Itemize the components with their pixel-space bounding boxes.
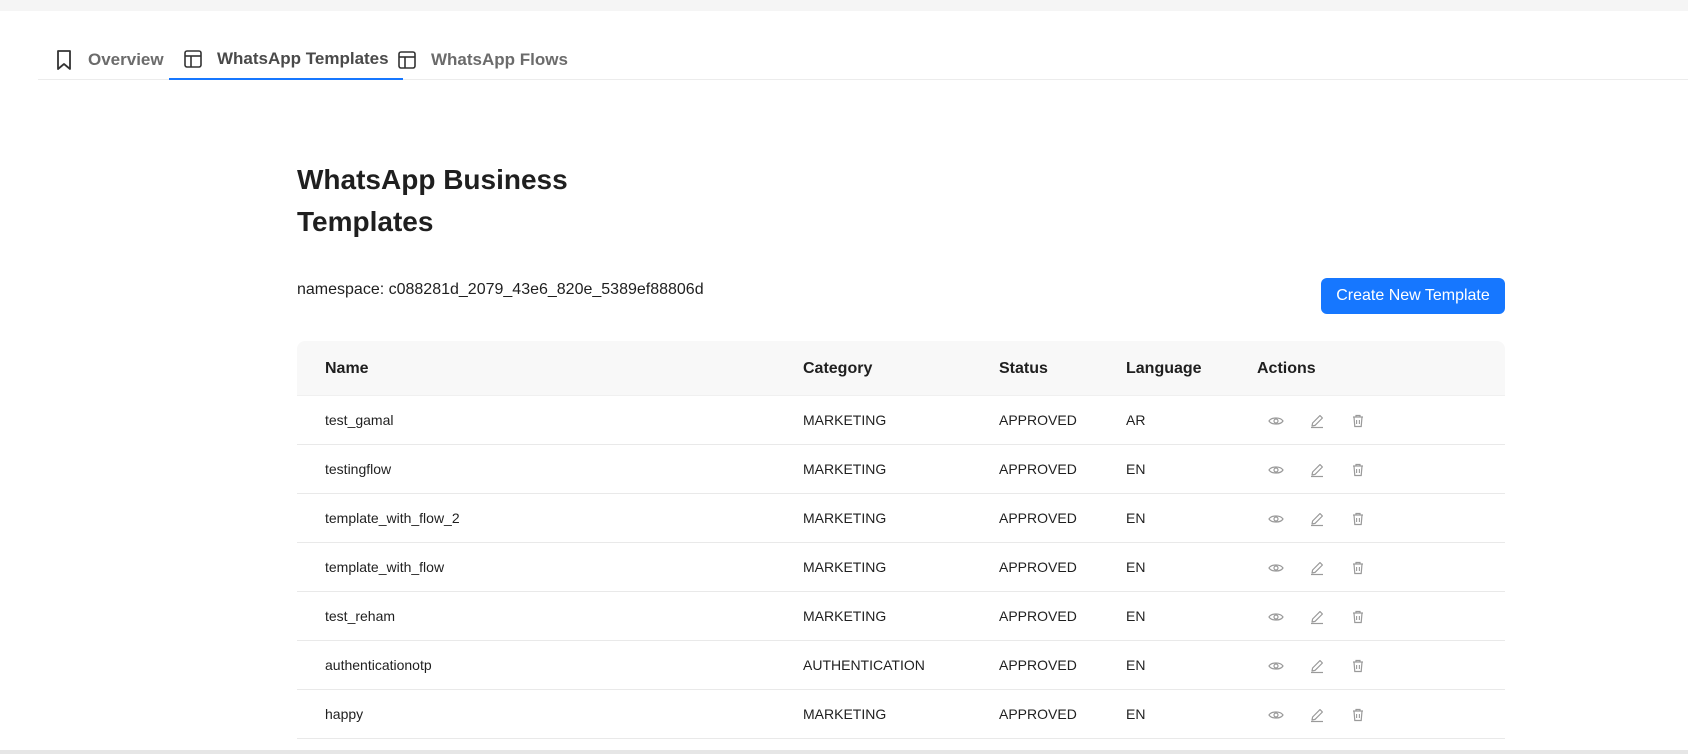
tab-overview-label: Overview — [88, 50, 164, 69]
row-actions — [1267, 543, 1367, 592]
cell-status: APPROVED — [999, 412, 1077, 428]
layout-icon — [398, 51, 416, 69]
cell-status: APPROVED — [999, 461, 1077, 477]
cell-status: APPROVED — [999, 706, 1077, 722]
edit-icon[interactable] — [1308, 412, 1326, 430]
row-actions — [1267, 641, 1367, 690]
cell-category: MARKETING — [803, 608, 887, 624]
view-icon[interactable] — [1267, 657, 1285, 675]
row-actions — [1267, 592, 1367, 641]
table-row: test_gamal MARKETING APPROVED AR — [297, 396, 1505, 445]
cell-name: template_with_flow_2 — [325, 510, 460, 526]
edit-icon[interactable] — [1308, 559, 1326, 577]
namespace-text: namespace: c088281d_2079_43e6_820e_5389e… — [297, 281, 704, 298]
delete-icon[interactable] — [1349, 657, 1367, 675]
delete-icon[interactable] — [1349, 510, 1367, 528]
view-icon[interactable] — [1267, 461, 1285, 479]
view-icon[interactable] — [1267, 608, 1285, 626]
cell-category: AUTHENTICATION — [803, 657, 925, 673]
edit-icon[interactable] — [1308, 657, 1326, 675]
cell-status: APPROVED — [999, 559, 1077, 575]
cell-name: testingflow — [325, 461, 392, 477]
delete-icon[interactable] — [1349, 706, 1367, 724]
bookmark-icon — [57, 50, 71, 70]
view-icon[interactable] — [1267, 510, 1285, 528]
cell-name: test_gamal — [325, 412, 394, 428]
cell-language: EN — [1126, 608, 1146, 624]
row-actions — [1267, 445, 1367, 494]
cell-language: EN — [1126, 657, 1146, 673]
cell-name: authenticationotp — [325, 657, 432, 673]
cell-name: template_with_flow — [325, 559, 445, 575]
view-icon[interactable] — [1267, 706, 1285, 724]
row-actions — [1267, 396, 1367, 445]
tab-whatsapp-flows[interactable]: WhatsApp Flows — [397, 40, 568, 80]
page-title-line-2: Templates — [297, 206, 434, 237]
cell-language: EN — [1126, 461, 1146, 477]
delete-icon[interactable] — [1349, 559, 1367, 577]
row-actions — [1267, 690, 1367, 739]
tab-bar: Overview WhatsApp Templates WhatsApp Flo… — [38, 40, 1688, 80]
layout-icon — [184, 50, 202, 68]
cell-language: EN — [1126, 510, 1146, 526]
cell-category: MARKETING — [803, 412, 887, 428]
cell-status: APPROVED — [999, 657, 1077, 673]
tab-whatsapp-flows-label: WhatsApp Flows — [431, 50, 568, 69]
tab-whatsapp-templates-label: WhatsApp Templates — [217, 49, 389, 68]
header-category: Category — [803, 360, 873, 377]
row-actions — [1267, 494, 1367, 543]
page-title: WhatsApp Business Templates — [297, 159, 568, 243]
header-actions: Actions — [1257, 360, 1316, 377]
table-row: authenticationotp AUTHENTICATION APPROVE… — [297, 641, 1505, 690]
delete-icon[interactable] — [1349, 461, 1367, 479]
cell-category: MARKETING — [803, 510, 887, 526]
templates-table: Name Category Status Language Actions te… — [297, 341, 1505, 739]
cell-category: MARKETING — [803, 706, 887, 722]
header-status: Status — [999, 360, 1048, 377]
table-header: Name Category Status Language Actions — [297, 341, 1505, 396]
table-row: happy MARKETING APPROVED EN — [297, 690, 1505, 739]
table-row: template_with_flow_2 MARKETING APPROVED … — [297, 494, 1505, 543]
cell-category: MARKETING — [803, 559, 887, 575]
cell-name: happy — [325, 706, 364, 722]
edit-icon[interactable] — [1308, 461, 1326, 479]
cell-language: EN — [1126, 706, 1146, 722]
create-new-template-button[interactable]: Create New Template — [1321, 278, 1505, 314]
cell-language: EN — [1126, 559, 1146, 575]
cell-status: APPROVED — [999, 510, 1077, 526]
top-strip — [0, 0, 1688, 11]
cell-category: MARKETING — [803, 461, 887, 477]
delete-icon[interactable] — [1349, 412, 1367, 430]
view-icon[interactable] — [1267, 412, 1285, 430]
table-row: testingflow MARKETING APPROVED EN — [297, 445, 1505, 494]
bottom-border — [0, 750, 1688, 754]
header-language: Language — [1126, 360, 1202, 377]
page-title-line-1: WhatsApp Business — [297, 164, 568, 195]
tab-overview[interactable]: Overview — [54, 40, 164, 80]
cell-language: AR — [1126, 412, 1146, 428]
edit-icon[interactable] — [1308, 706, 1326, 724]
delete-icon[interactable] — [1349, 608, 1367, 626]
table-row: test_reham MARKETING APPROVED EN — [297, 592, 1505, 641]
table-row: template_with_flow MARKETING APPROVED EN — [297, 543, 1505, 592]
view-icon[interactable] — [1267, 559, 1285, 577]
cell-name: test_reham — [325, 608, 396, 624]
header-name: Name — [325, 360, 369, 377]
tab-whatsapp-templates[interactable]: WhatsApp Templates — [169, 40, 403, 80]
edit-icon[interactable] — [1308, 510, 1326, 528]
cell-status: APPROVED — [999, 608, 1077, 624]
edit-icon[interactable] — [1308, 608, 1326, 626]
